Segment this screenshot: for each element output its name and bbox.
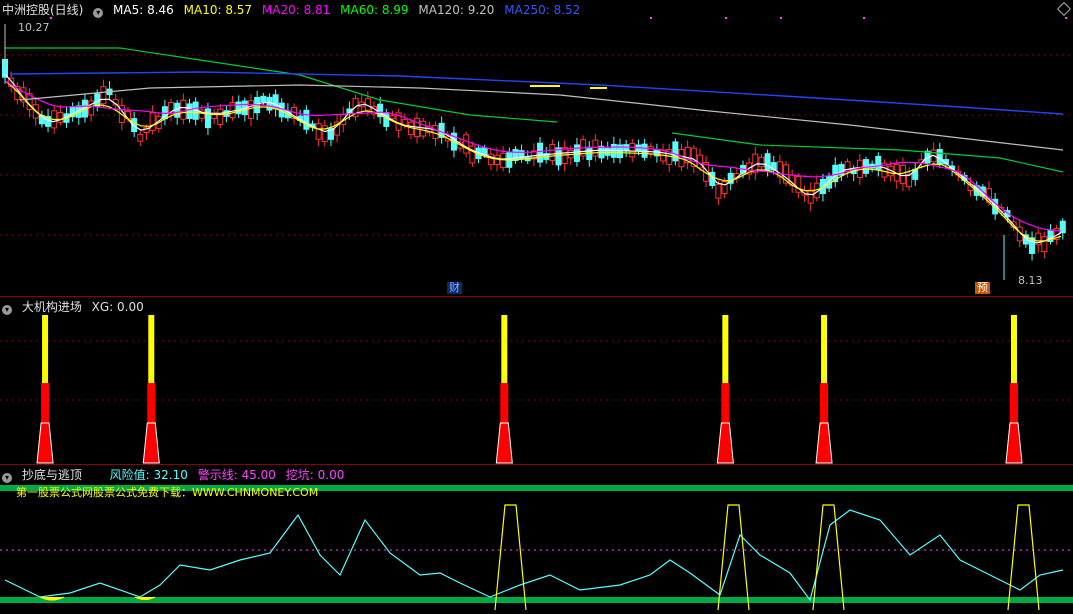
promo-text[interactable]: 第一股票公式网股票公式免费下载：WWW.CHNMONEY.COM [14,487,320,499]
signal-dot [780,17,782,19]
signal-dot [1065,17,1067,19]
institution-panel[interactable]: ▾ 大机构进场 XG: 0.00 [0,297,1073,465]
signal-bar-top [42,315,49,383]
high-price-label: 10.27 [18,21,50,34]
candle-body [1041,236,1048,252]
signal-bar-base [815,422,833,464]
candle-body [906,174,913,188]
financial-report-marker[interactable]: 财 [447,282,462,294]
candle-body [500,152,507,169]
candle-body [204,108,211,129]
signal-bar-mid [147,383,156,423]
ma5-label: MA5: 8.46 [113,3,174,17]
price-panel[interactable]: 中洲控股(日线) ▾ MA5: 8.46 MA10: 8.57 MA20: 8.… [0,0,1073,297]
candle-body [641,143,648,158]
price-panel-header: 中洲控股(日线) ▾ MA5: 8.46 MA10: 8.57 MA20: 8.… [2,3,586,18]
signal-bar-mid [500,383,509,423]
escape-signal [494,504,527,611]
candle-body [875,155,882,171]
signal-dot [725,17,727,19]
candle-body [629,143,636,158]
candle-body [623,144,630,152]
ma10-label: MA10: 8.57 [183,3,253,17]
settings-icon[interactable]: ▾ [93,8,104,18]
candle-body [1059,220,1066,234]
signal-dot [863,17,865,19]
signal-bar-top [1010,315,1017,383]
settings-icon[interactable]: ▾ [2,473,12,483]
candle-body [721,180,728,195]
signal-bar-mid [721,383,730,423]
candle-body [180,99,187,120]
ma20-label: MA20: 8.81 [261,3,331,17]
forecast-marker[interactable]: 预 [975,282,990,294]
bottom-top-title: 抄底与逃顶 [21,468,82,482]
candle-body [217,108,224,126]
candle-body [647,145,654,155]
candle-body [494,154,500,166]
candle-body [432,124,439,139]
candle-body [537,142,544,163]
bottom-top-panel[interactable]: ▾ 抄底与逃顶 风险值: 32.10 警示线: 45.00 挖坑: 0.00 第… [0,465,1073,614]
candle-body [573,144,580,162]
signal-bar-base [142,422,160,464]
escape-signal [1007,504,1040,611]
signal-bar-mid [1009,383,1018,423]
stock-title: 中洲控股(日线) [2,3,84,17]
candle-body [555,147,562,166]
candle-body [315,123,322,140]
candle-body [100,86,107,105]
candle-body [899,164,906,184]
institution-header: ▾ 大机构进场 XG: 0.00 [2,300,150,315]
institution-title: 大机构进场 [21,300,82,314]
warning-line-label: 警示线: 45.00 [197,468,276,482]
low-price-label: 8.13 [1018,274,1043,287]
candle-body [303,109,310,130]
candle-body [469,145,476,164]
candle-body [463,134,470,154]
signal-bar-base [36,422,54,464]
candle-body [481,147,488,156]
candle-body [137,133,144,142]
candle-body [715,184,722,199]
signal-bar-top [501,315,508,383]
candle-body [549,144,556,162]
bottom-top-header: ▾ 抄底与逃顶 风险值: 32.10 警示线: 45.00 挖坑: 0.00 [2,468,350,483]
signal-bar-mid [41,383,50,423]
settings-icon[interactable]: ▾ [2,305,12,315]
signal-bar-base [495,422,513,464]
candle-body [604,147,611,156]
candle-body [186,103,193,120]
signal-dot [650,17,652,19]
risk-line [4,509,1064,602]
signal-bar-top [722,315,729,383]
signal-bar-mid [820,383,829,423]
dig-label: 挖坑: 0.00 [285,468,345,482]
candlestick-chart[interactable] [0,0,1073,296]
candle-body [260,95,267,102]
xg-label: XG: 0.00 [91,300,144,314]
ma60-label: MA60: 8.99 [340,3,409,17]
candle-body [807,189,814,204]
candle-body [758,156,765,168]
candle-body [149,112,156,132]
signal-bar-top [821,315,828,383]
candle-body [764,153,771,171]
ma250-line [9,71,1064,115]
ma250-label: MA250: 8.52 [504,3,581,17]
signal-bar-base [716,422,734,464]
escape-signal [812,504,845,611]
signal-bar-top [148,315,155,383]
signal-bar-base [1005,422,1023,464]
candle-body [248,100,254,119]
escape-signal [717,504,750,611]
candle-body [174,102,181,118]
institution-signal-chart[interactable] [0,297,1073,464]
risk-value-label: 风险值: 32.10 [109,468,188,482]
candle-body [696,154,703,169]
candle-body [592,139,599,157]
candle-body [936,149,943,166]
bottom-band [0,597,1073,603]
ma120-label: MA120: 9.20 [418,3,495,17]
